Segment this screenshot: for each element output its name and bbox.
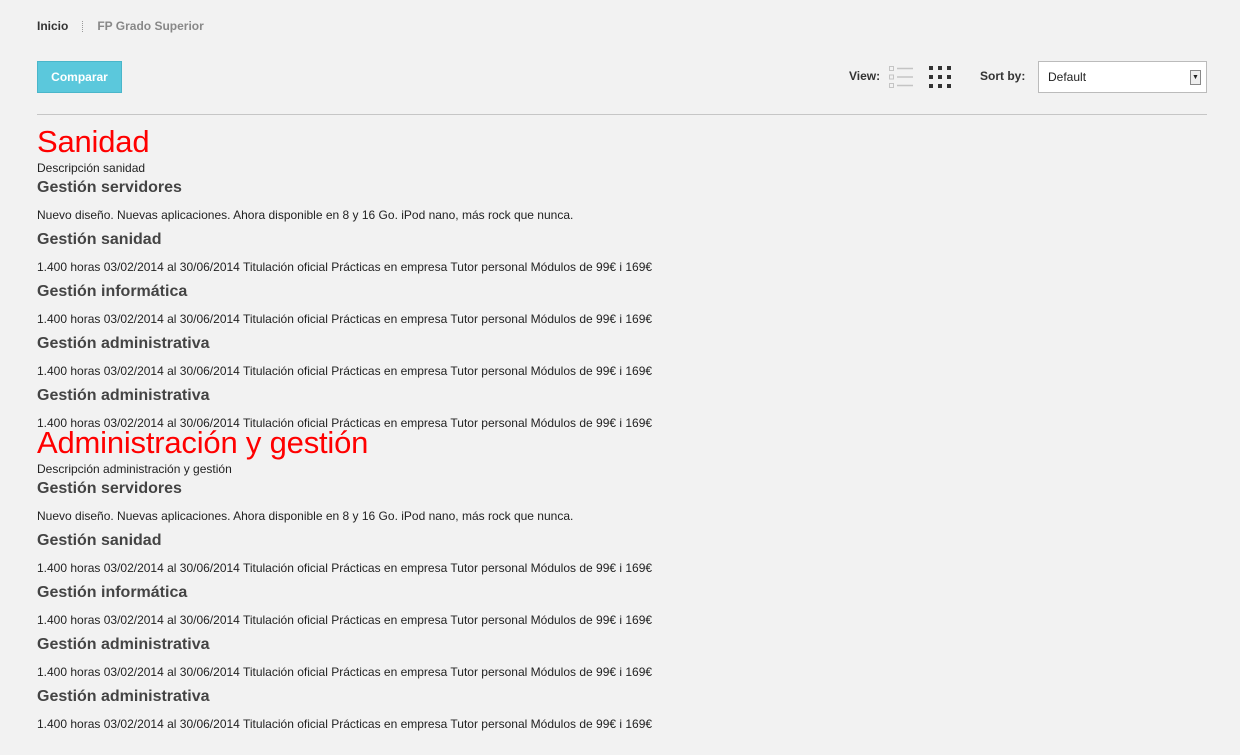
sort-label: Sort by: <box>980 69 1026 83</box>
list-view-icon[interactable] <box>888 65 914 89</box>
category-title: Sanidad <box>37 124 150 159</box>
course-description: 1.400 horas 03/02/2014 al 30/06/2014 Tit… <box>37 717 653 731</box>
course-description: 1.400 horas 03/02/2014 al 30/06/2014 Tit… <box>37 312 653 326</box>
course-title[interactable]: Gestión administrativa <box>37 385 1207 406</box>
category-title: Administración y gestión <box>37 425 369 460</box>
course-item: Gestión administrativa 1.400 horas 03/02… <box>37 634 1207 686</box>
sort-select[interactable]: Default ▼ <box>1038 61 1207 93</box>
toolbar-divider <box>37 114 1207 115</box>
course-item: Gestión servidores Nuevo diseño. Nuevas … <box>37 478 1207 530</box>
course-title[interactable]: Gestión informática <box>37 582 1207 603</box>
breadcrumb-current: FP Grado Superior <box>97 19 204 33</box>
grid-view-icon[interactable] <box>928 65 954 89</box>
breadcrumb-home-link[interactable]: Inicio <box>37 19 68 33</box>
category-description: Descripción sanidad <box>37 161 146 175</box>
course-item: Gestión sanidad 1.400 horas 03/02/2014 a… <box>37 530 1207 582</box>
course-description: Nuevo diseño. Nuevas aplicaciones. Ahora… <box>37 208 574 222</box>
course-title[interactable]: Gestión informática <box>37 281 1207 302</box>
course-description: 1.400 horas 03/02/2014 al 30/06/2014 Tit… <box>37 613 653 627</box>
compare-button[interactable]: Comparar <box>37 61 122 93</box>
course-item: Gestión informática 1.400 horas 03/02/20… <box>37 281 1207 333</box>
course-title[interactable]: Gestión administrativa <box>37 686 1207 707</box>
category-section: Administración y gestión Descripción adm… <box>37 425 1207 738</box>
sort-select-value: Default <box>1048 70 1087 84</box>
course-item: Gestión sanidad 1.400 horas 03/02/2014 a… <box>37 229 1207 281</box>
course-title[interactable]: Gestión servidores <box>37 177 1207 198</box>
course-item: Gestión administrativa 1.400 horas 03/02… <box>37 686 1207 738</box>
course-item: Gestión informática 1.400 horas 03/02/20… <box>37 582 1207 634</box>
course-title[interactable]: Gestión sanidad <box>37 530 1207 551</box>
category-section: Sanidad Descripción sanidad Gestión serv… <box>37 124 1207 437</box>
course-description: Nuevo diseño. Nuevas aplicaciones. Ahora… <box>37 509 574 523</box>
course-title[interactable]: Gestión sanidad <box>37 229 1207 250</box>
category-description: Descripción administración y gestión <box>37 462 232 476</box>
breadcrumb: Inicio FP Grado Superior <box>37 19 204 33</box>
course-description: 1.400 horas 03/02/2014 al 30/06/2014 Tit… <box>37 260 653 274</box>
course-listing: Sanidad Descripción sanidad Gestión serv… <box>37 124 1207 738</box>
course-item: Gestión servidores Nuevo diseño. Nuevas … <box>37 177 1207 229</box>
course-item: Gestión administrativa 1.400 horas 03/02… <box>37 333 1207 385</box>
course-title[interactable]: Gestión administrativa <box>37 333 1207 354</box>
chevron-down-icon[interactable]: ▼ <box>1190 70 1201 85</box>
view-label: View: <box>849 69 881 83</box>
course-title[interactable]: Gestión servidores <box>37 478 1207 499</box>
course-description: 1.400 horas 03/02/2014 al 30/06/2014 Tit… <box>37 561 653 575</box>
breadcrumb-separator <box>82 20 84 32</box>
course-description: 1.400 horas 03/02/2014 al 30/06/2014 Tit… <box>37 665 653 679</box>
course-description: 1.400 horas 03/02/2014 al 30/06/2014 Tit… <box>37 364 653 378</box>
course-title[interactable]: Gestión administrativa <box>37 634 1207 655</box>
